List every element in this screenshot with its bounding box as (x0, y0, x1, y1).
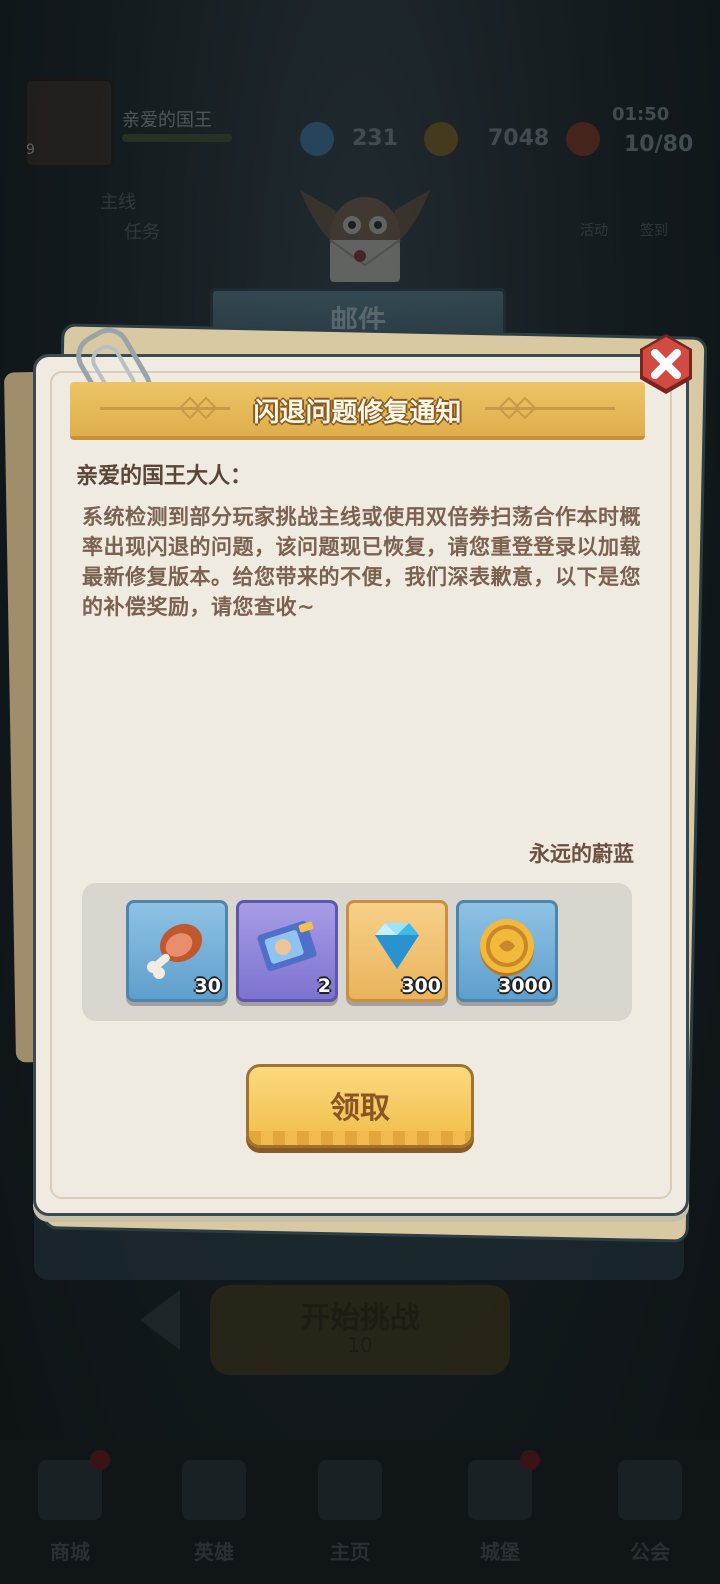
claim-label: 领取 (330, 1091, 390, 1126)
reward-item-gold[interactable]: 3000 (456, 900, 558, 1002)
diamond-icon (375, 923, 419, 969)
mail-title-ribbon: 闪退问题修复通知 (70, 382, 645, 440)
reward-count: 3000 (498, 975, 551, 997)
mail-greeting: 亲爱的国王大人： (76, 464, 253, 489)
claim-button[interactable]: 领取 (246, 1064, 474, 1148)
gold-coin-icon (480, 919, 534, 976)
reward-count: 300 (401, 975, 441, 997)
reward-count: 2 (317, 975, 331, 997)
mail-title: 闪退问题修复通知 (253, 398, 462, 428)
mail-signature: 永远的蔚蓝 (529, 842, 634, 866)
reward-item-diamond[interactable]: 300 (346, 900, 448, 1002)
meat-icon (147, 923, 203, 979)
reward-count: 30 (194, 975, 221, 997)
mail-body: 系统检测到部分玩家挑战主线或使用双倍券扫荡合作本时概率出现闪退的问题，该问题现已… (82, 505, 641, 619)
reward-item-ticket[interactable]: 2 (236, 900, 338, 1002)
reward-item-meat[interactable]: 30 (126, 900, 228, 1002)
reward-list: 30 2 300 3000 (82, 883, 632, 1021)
ticket-icon (257, 920, 317, 972)
